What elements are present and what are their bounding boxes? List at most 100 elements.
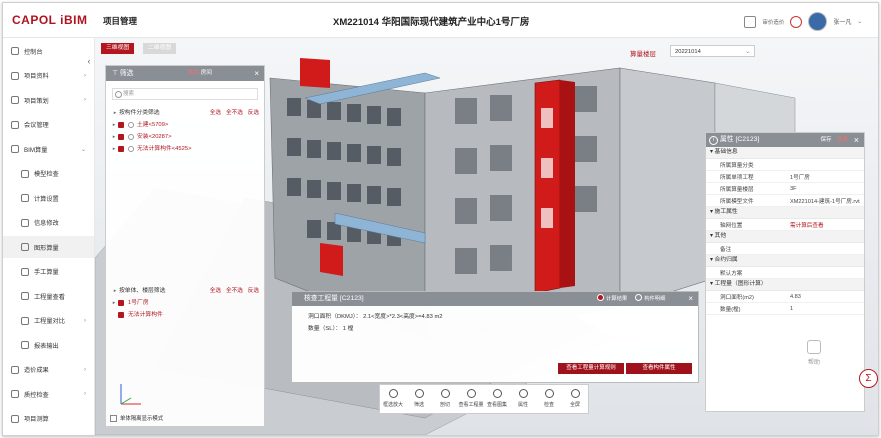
- sidebar-item[interactable]: BIM算量 ⌄: [3, 138, 94, 160]
- filter-action[interactable]: 反选: [248, 288, 259, 294]
- search-input[interactable]: 搜索: [112, 88, 258, 100]
- toolbar-button[interactable]: 剖切: [432, 385, 458, 413]
- view-rules-button[interactable]: 查看工程量计算规则: [558, 363, 624, 374]
- expand-icon[interactable]: ▸: [110, 119, 118, 131]
- sigma-icon[interactable]: Σ: [859, 369, 878, 388]
- sidebar-item-label: 工程量对比: [34, 318, 65, 325]
- property-group[interactable]: ▾ 其他: [706, 231, 864, 243]
- checkbox[interactable]: [118, 312, 124, 318]
- filter-icon: ⊤: [112, 70, 118, 77]
- expand-icon[interactable]: ▸: [110, 143, 118, 155]
- filter-action[interactable]: 全选: [210, 288, 221, 294]
- radio-calc-result[interactable]: 计算结果: [597, 292, 627, 306]
- save-button[interactable]: 保存: [820, 137, 831, 143]
- checkbox[interactable]: [118, 122, 124, 128]
- search-placeholder: 搜索: [123, 91, 135, 97]
- expand-icon[interactable]: ▸: [110, 131, 118, 143]
- property-key: 洞口面积(m2): [720, 294, 754, 301]
- atlas-icon: [492, 389, 502, 398]
- filter-action[interactable]: 全不选: [226, 110, 243, 116]
- filter-item[interactable]: ▸ 无法计算构件<4525>: [106, 143, 264, 155]
- property-group[interactable]: ▾ 工程量（图形计算）: [706, 279, 864, 291]
- sidebar-item[interactable]: 工程量对比 ›: [3, 310, 94, 332]
- view-props-button[interactable]: 查看构件属性: [626, 363, 692, 374]
- sidebar-item[interactable]: 信息修改: [3, 212, 94, 234]
- sidebar-item[interactable]: 项目资料 ›: [3, 65, 94, 87]
- filter-panel: ⊤ 筛选 构件 房间 × 搜索 ▸ 按构件分类筛选 全选 全不选 反选 ▸ 土建<570…: [105, 65, 265, 427]
- filter-item[interactable]: ▸ 土建<5709>: [106, 119, 264, 131]
- toolbar-button[interactable]: 检查: [536, 385, 562, 413]
- restore-button[interactable]: 还原: [837, 137, 848, 143]
- help-button[interactable]: 帮助: [801, 340, 827, 372]
- date-select-value: 20221014: [675, 49, 701, 55]
- section-by-category: ▸ 按构件分类筛选 全选 全不选 反选: [106, 107, 264, 119]
- checkbox[interactable]: [118, 134, 124, 140]
- toolbar-button[interactable]: 框选放大: [380, 385, 406, 413]
- sidebar-item[interactable]: 质控检查 ›: [3, 383, 94, 405]
- category-icon: [128, 134, 134, 140]
- expand-icon[interactable]: ▸: [111, 107, 119, 119]
- filter-item[interactable]: 无法计算构件: [106, 309, 264, 321]
- avatar[interactable]: [808, 12, 828, 31]
- document-icon[interactable]: [744, 15, 757, 28]
- close-icon[interactable]: ×: [854, 133, 859, 147]
- sidebar-item[interactable]: 计算设置: [3, 187, 94, 209]
- filter-item[interactable]: ▸ 1号厂房: [106, 297, 264, 309]
- sidebar-item[interactable]: 工程量查看: [3, 285, 94, 307]
- toolbar-button[interactable]: 属性: [510, 385, 536, 413]
- filter-action[interactable]: 全不选: [226, 288, 243, 294]
- header-tool-text[interactable]: 审价造价: [762, 18, 784, 26]
- property-row: 备注: [706, 243, 864, 255]
- sidebar-item[interactable]: 造价成果 ›: [3, 359, 94, 381]
- expand-icon[interactable]: ▸: [111, 285, 119, 297]
- tab-2d-view[interactable]: 二维视图: [143, 43, 177, 54]
- expand-icon[interactable]: ▸: [110, 297, 118, 309]
- filter-item[interactable]: ▸ 安装<20287>: [106, 131, 264, 143]
- checkbox[interactable]: [118, 300, 124, 306]
- user-name[interactable]: 张一凡: [833, 17, 851, 26]
- isolate-mode-toggle[interactable]: 单体隔离显示模式: [110, 414, 163, 422]
- sidebar-item-label: 控制台: [24, 48, 43, 56]
- toolbar-button[interactable]: 查看工程量: [458, 385, 484, 413]
- chevron-down-icon[interactable]: ⌄: [857, 19, 862, 25]
- checkbox[interactable]: [118, 146, 124, 152]
- project-title: XM221014 华阳国际现代建筑产业中心1号厂房: [333, 17, 530, 28]
- property-group[interactable]: ▾ 基础信息: [706, 147, 864, 159]
- cloud-upload-icon[interactable]: [790, 15, 803, 28]
- property-key: 所属算量分类: [720, 162, 754, 169]
- toolbar-button[interactable]: 全屏: [562, 385, 588, 413]
- sidebar-item[interactable]: 项目测算: [3, 408, 94, 430]
- folder-icon: [11, 71, 19, 80]
- property-row: 所属模型文件 XM221014-建筑-1号厂房.rvt: [706, 195, 864, 207]
- property-group[interactable]: ▾ 合约归属: [706, 255, 864, 267]
- tab-room[interactable]: 房间: [201, 70, 212, 76]
- sidebar-item[interactable]: 控制台: [3, 40, 94, 62]
- filter-panel-title: 筛选: [119, 70, 134, 77]
- sidebar-item[interactable]: 手工算量: [3, 261, 94, 283]
- filter-action[interactable]: 全选: [210, 110, 221, 116]
- tab-3d-view[interactable]: 三维视图: [101, 43, 135, 54]
- checkbox[interactable]: [110, 414, 117, 422]
- sidebar: ‹ 控制台 项目资料 › 项目策划 › 会议管理 BIM算量 ⌄ 模型检查 计算设置 信息修改 图形算…: [3, 38, 95, 435]
- sidebar-item[interactable]: 会议管理: [3, 114, 94, 136]
- sidebar-item[interactable]: 项目策划 ›: [3, 89, 94, 111]
- sidebar-item[interactable]: 图形算量: [3, 236, 94, 258]
- brand-logo[interactable]: CAPOL iBIM: [12, 13, 87, 27]
- close-icon[interactable]: ×: [254, 66, 259, 81]
- meeting-icon: [11, 120, 19, 129]
- date-select[interactable]: 20221014 ⌄: [670, 45, 755, 57]
- sidebar-item-label: 质控检查: [24, 391, 49, 399]
- sidebar-item[interactable]: 报表输出: [3, 334, 94, 356]
- toolbar-button[interactable]: 筛选: [406, 385, 432, 413]
- model-viewport[interactable]: 三维视图 二维视图 算量楼层 20221014 ⌄ ⊤ 筛选 构件 房间 × 搜…: [95, 38, 878, 435]
- filter-action[interactable]: 反选: [248, 110, 259, 116]
- close-icon[interactable]: ×: [688, 292, 693, 306]
- sidebar-item-label: 手工算量: [34, 269, 59, 276]
- tab-component[interactable]: 构件: [188, 70, 199, 76]
- property-key: 轴网位置: [720, 222, 743, 229]
- property-group[interactable]: ▾ 施工属性: [706, 207, 864, 219]
- toolbar-button[interactable]: 查看图集: [484, 385, 510, 413]
- property-value[interactable]: 需计算后查看: [790, 220, 864, 230]
- sidebar-item[interactable]: 模型检查: [3, 163, 94, 185]
- radio-component-detail[interactable]: 构件明细: [635, 292, 665, 306]
